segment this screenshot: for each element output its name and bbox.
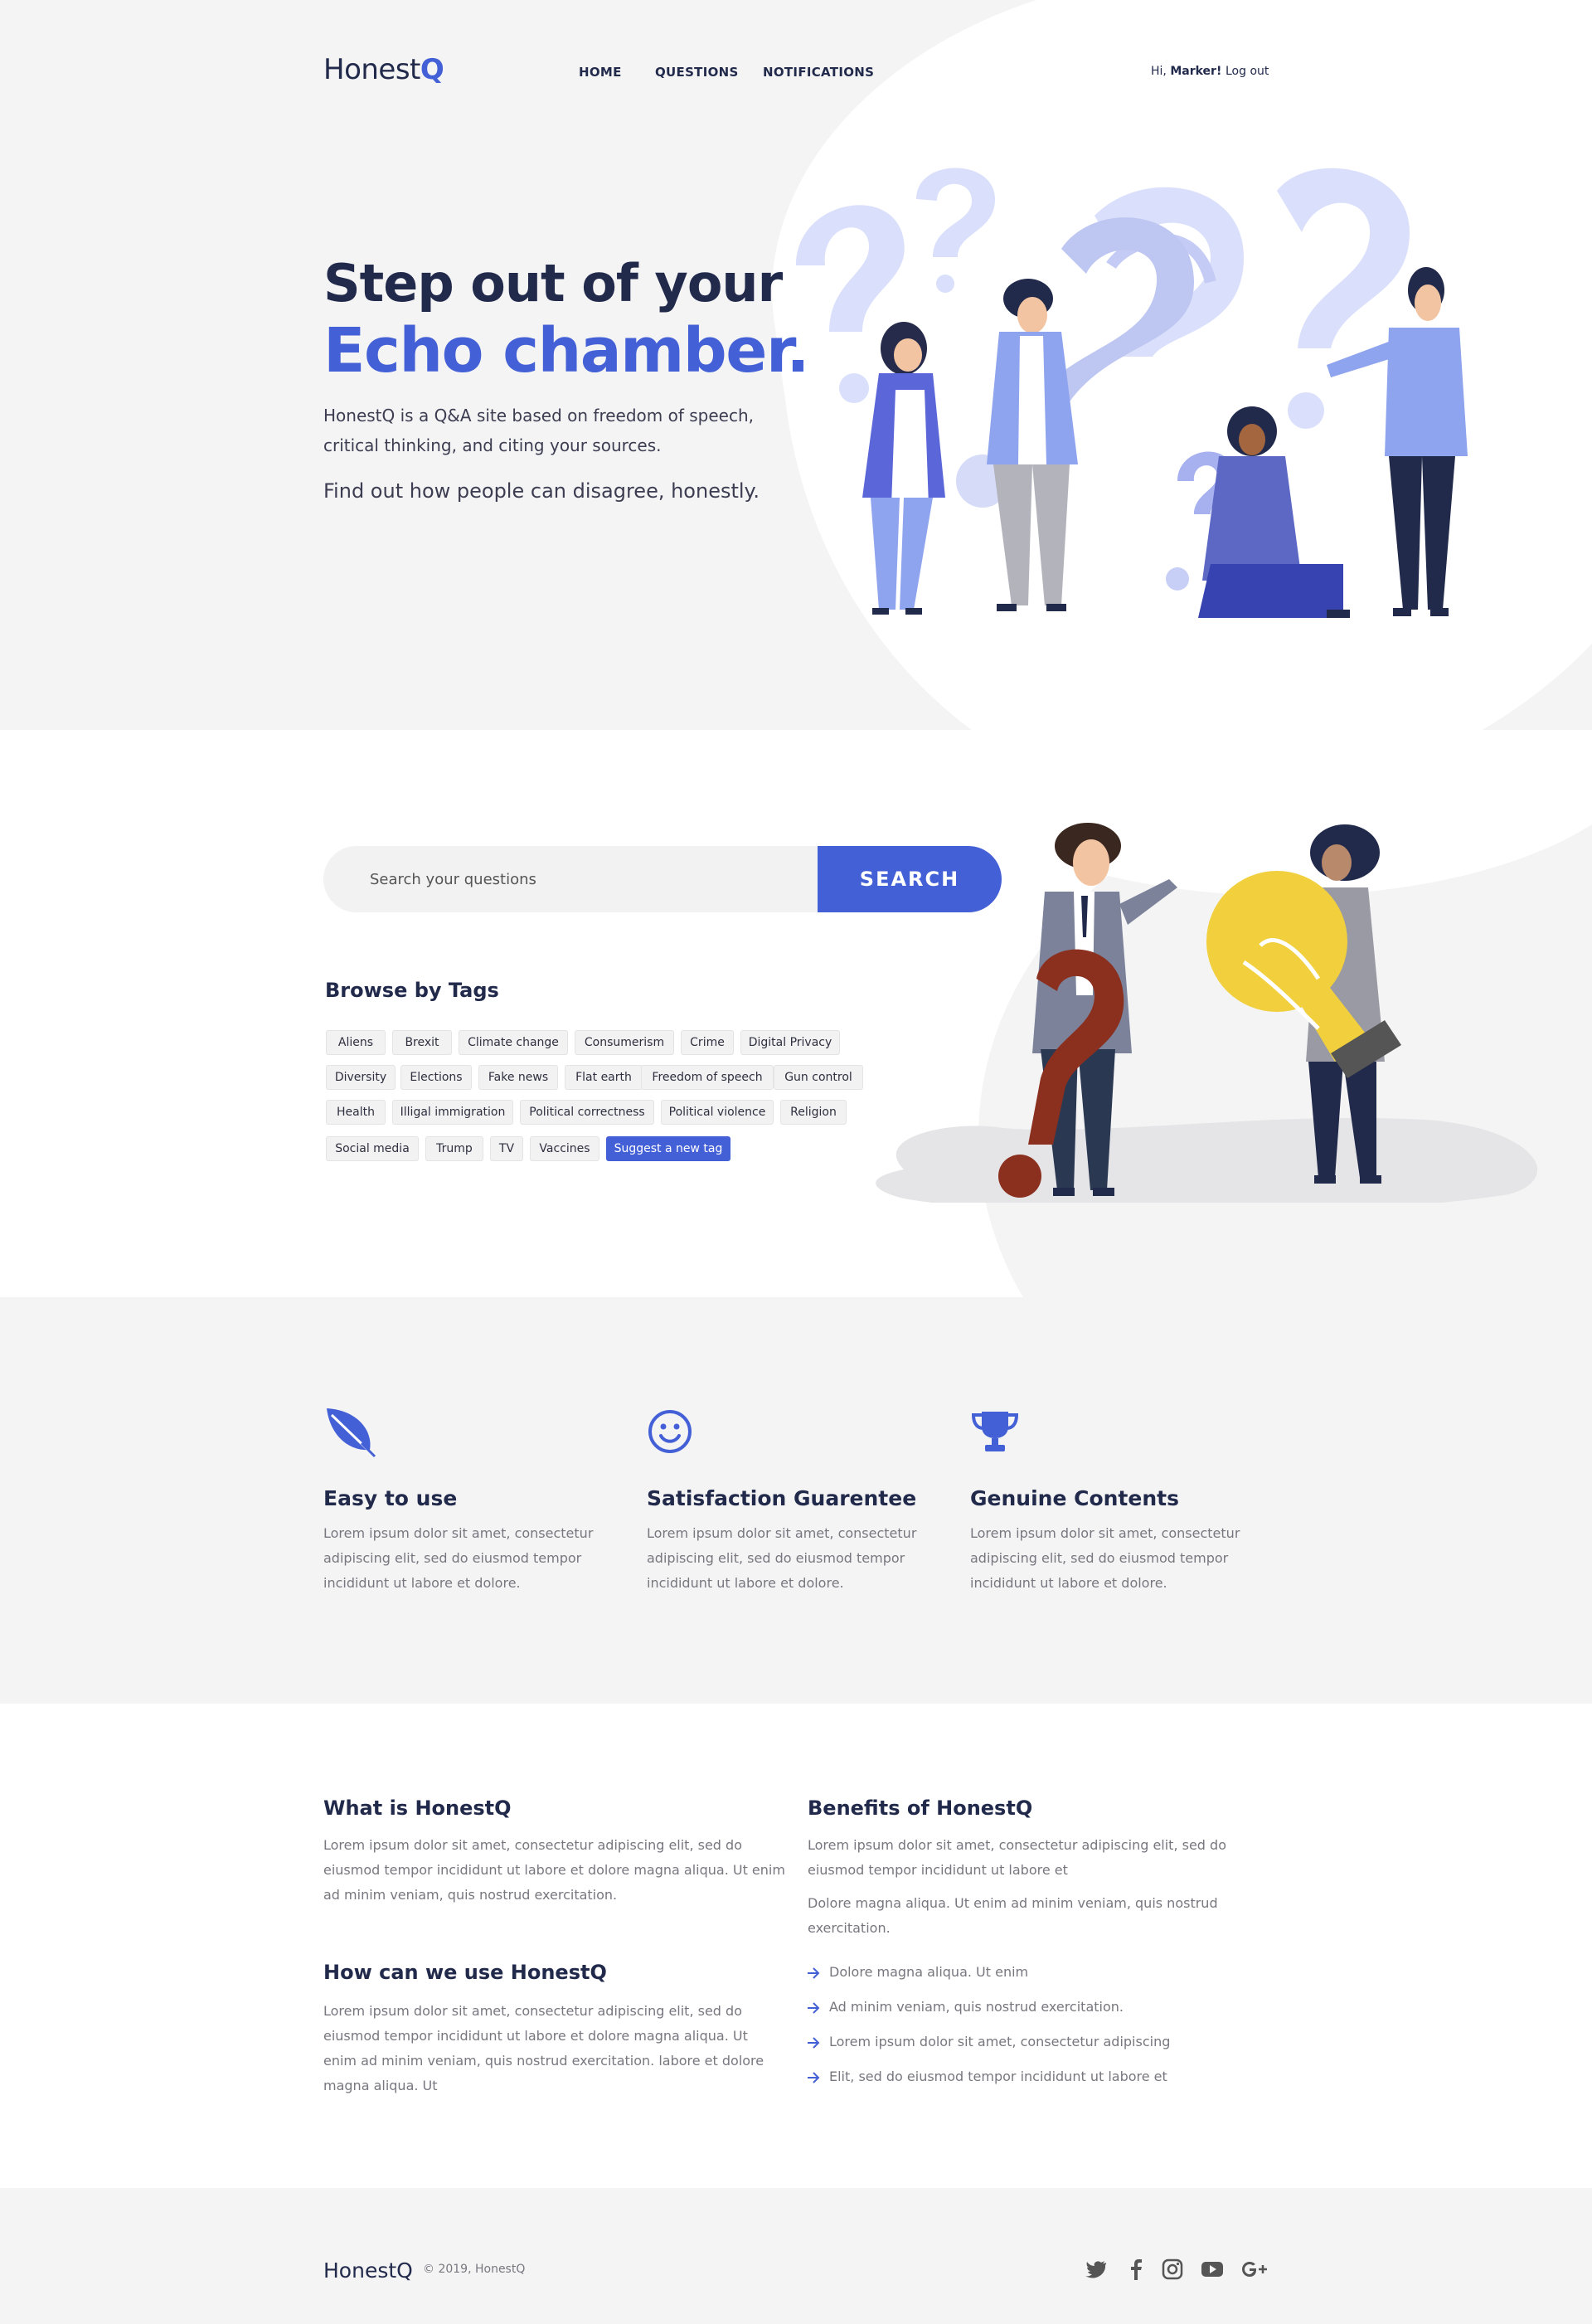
hero-illustration (796, 168, 1468, 618)
tag-item[interactable]: Trump (425, 1136, 483, 1161)
facebook-icon[interactable] (1124, 2258, 1148, 2281)
tag-item[interactable]: Vaccines (530, 1136, 599, 1161)
list-item: Elit, sed do eiusmod tempor incididunt u… (829, 2069, 1167, 2084)
search-input[interactable] (323, 846, 821, 912)
hero-title-line2: Echo chamber. (323, 315, 810, 387)
tag-item[interactable]: Political correctness (520, 1100, 654, 1125)
user-greeting: Hi, Marker! (1151, 65, 1222, 78)
what-is-title: What is HonestQ (323, 1796, 512, 1820)
youtube-icon[interactable] (1201, 2258, 1224, 2281)
site-logo[interactable]: HonestQ (323, 53, 444, 86)
arrow-right-icon (808, 1967, 820, 1979)
tag-item[interactable]: Aliens (326, 1030, 386, 1055)
tag-item[interactable]: Consumerism (575, 1030, 674, 1055)
how-to-use-text: Lorem ipsum dolor sit amet, consectetur … (323, 2003, 764, 2093)
tag-item[interactable]: Gun control (774, 1065, 863, 1090)
footer-logo[interactable]: HonestQ (323, 2258, 413, 2283)
logout-link[interactable]: Log out (1226, 65, 1269, 78)
feature-text: Lorem ipsum dolor sit amet, consectetur … (323, 1525, 594, 1591)
leaf-icon (327, 1408, 376, 1458)
list-item: Ad minim veniam, quis nostrud exercitati… (829, 1999, 1124, 2015)
instagram-icon[interactable] (1161, 2258, 1184, 2281)
arrow-right-icon (808, 2002, 820, 2014)
feature-text: Lorem ipsum dolor sit amet, consectetur … (970, 1525, 1240, 1591)
info-section: What is HonestQ Lorem ipsum dolor sit am… (0, 1704, 1592, 2188)
search-section: SEARCH Browse by Tags Aliens Brexit Clim… (0, 730, 1592, 1297)
hero-section: HonestQ HOME QUESTIONS NOTIFICATIONS Hi,… (0, 0, 1592, 730)
benefits-title: Benefits of HonestQ (808, 1796, 1033, 1820)
feature-title: Satisfaction Guarentee (647, 1486, 917, 1510)
twitter-icon[interactable] (1085, 2258, 1108, 2281)
tag-item[interactable]: Religion (780, 1100, 847, 1125)
smiley-icon (648, 1410, 692, 1453)
nav-notifications[interactable]: NOTIFICATIONS (763, 65, 874, 80)
features-section: Easy to use Lorem ipsum dolor sit amet, … (0, 1297, 1592, 1704)
tag-item[interactable]: Fake news (478, 1065, 558, 1090)
nav-home[interactable]: HOME (579, 65, 622, 80)
tag-item[interactable]: Diversity (326, 1065, 396, 1090)
suggest-tag-button[interactable]: Suggest a new tag (606, 1136, 730, 1161)
feature-title: Genuine Contents (970, 1486, 1179, 1510)
footer: HonestQ © 2019, HonestQ (0, 2188, 1592, 2324)
nav-questions[interactable]: QUESTIONS (655, 65, 739, 80)
what-is-text: Lorem ipsum dolor sit amet, consectetur … (323, 1837, 785, 1903)
tag-item[interactable]: Crime (681, 1030, 734, 1055)
list-item: Lorem ipsum dolor sit amet, consectetur … (829, 2034, 1171, 2049)
tag-item[interactable]: Brexit (392, 1030, 452, 1055)
hero-tagline: Find out how people can disagree, honest… (323, 479, 760, 503)
google-plus-icon[interactable] (1240, 2258, 1269, 2281)
tag-item[interactable]: Digital Privacy (740, 1030, 840, 1055)
tag-item[interactable]: Elections (400, 1065, 472, 1090)
tag-item[interactable]: Climate change (459, 1030, 568, 1055)
hero-title-line1: Step out of your (323, 253, 783, 314)
benefits-text: Dolore magna aliqua. Ut enim ad minim ve… (808, 1895, 1218, 1936)
arrow-right-icon (808, 2072, 820, 2083)
tag-item[interactable]: Illigal immigration (392, 1100, 513, 1125)
feature-text: Lorem ipsum dolor sit amet, consectetur … (647, 1525, 917, 1591)
benefits-text: Lorem ipsum dolor sit amet, consectetur … (808, 1837, 1226, 1878)
trophy-icon (971, 1412, 1019, 1451)
tag-item[interactable]: Freedom of speech (641, 1065, 774, 1090)
how-to-use-title: How can we use HonestQ (323, 1961, 607, 1984)
arrow-right-icon (808, 2037, 820, 2049)
tag-item[interactable]: TV (490, 1136, 523, 1161)
tag-item[interactable]: Health (326, 1100, 386, 1125)
hero-description: HonestQ is a Q&A site based on freedom o… (323, 406, 755, 455)
ideas-illustration (876, 823, 1537, 1203)
tags-heading: Browse by Tags (325, 979, 499, 1002)
feature-title: Easy to use (323, 1486, 458, 1510)
list-item: Dolore magna aliqua. Ut enim (829, 1964, 1029, 1980)
copyright: © 2019, HonestQ (423, 2263, 526, 2276)
tag-item[interactable]: Political violence (661, 1100, 774, 1125)
tag-item[interactable]: Flat earth (565, 1065, 643, 1090)
tag-item[interactable]: Social media (326, 1136, 419, 1161)
